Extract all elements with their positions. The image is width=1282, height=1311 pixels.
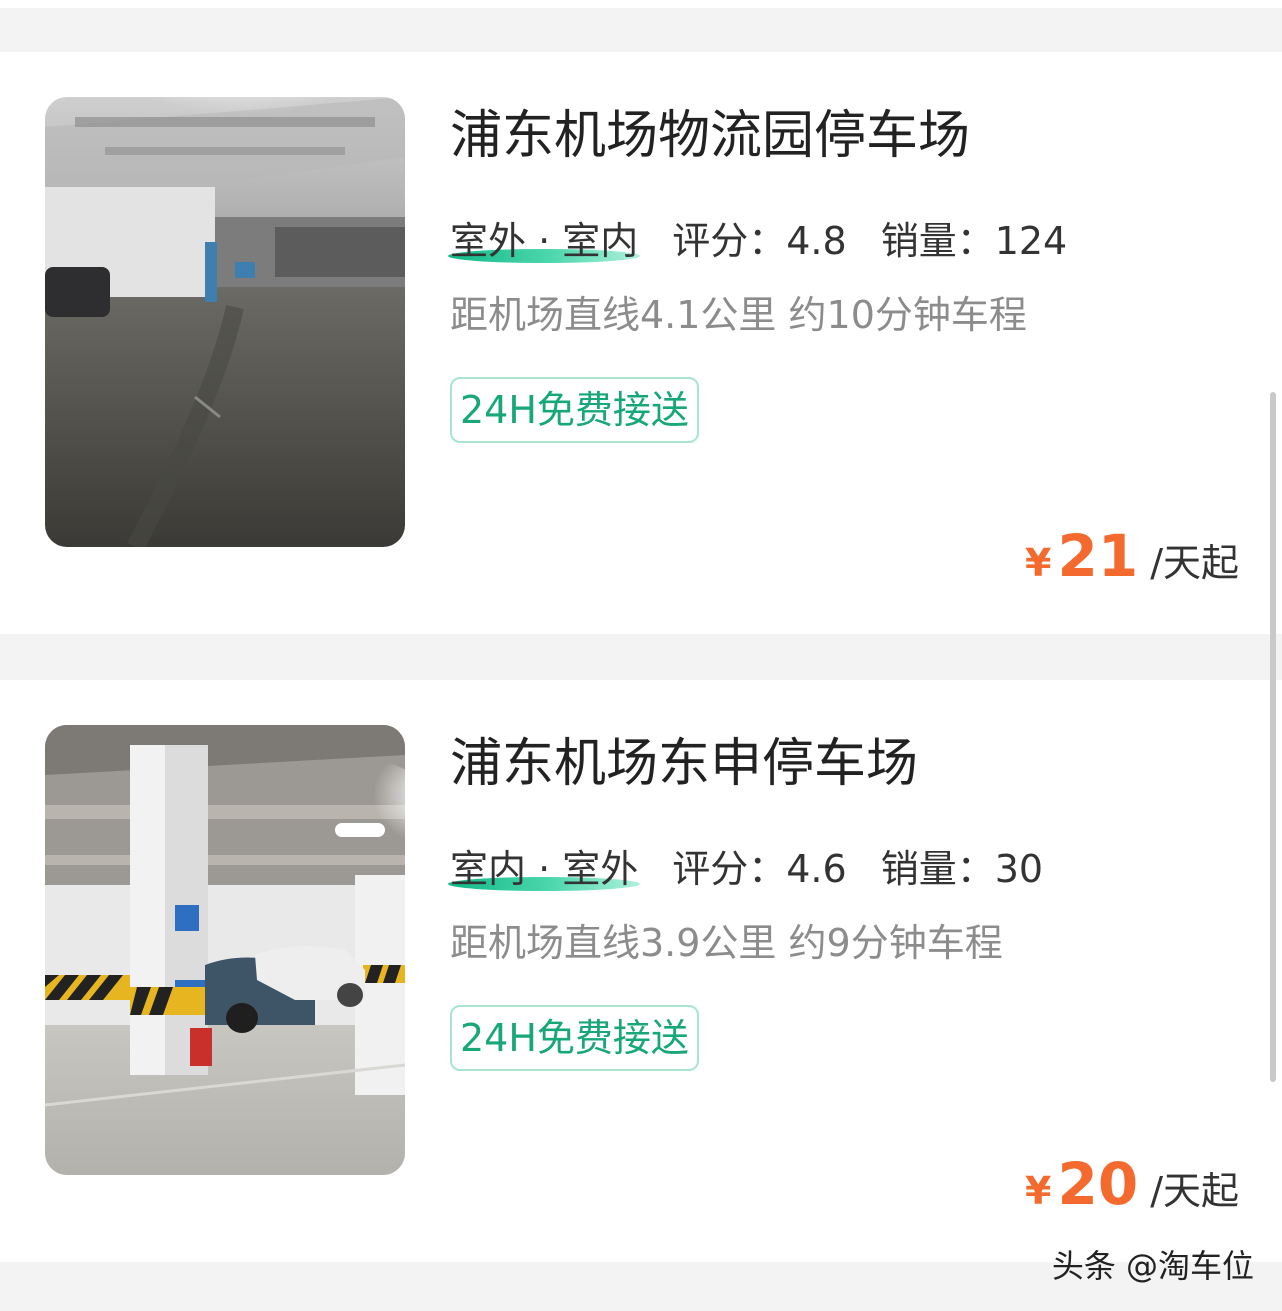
- parking-listing-card[interactable]: 浦东机场物流园停车场 室外 · 室内 评分：4.8 销量：124 距机场直线4.…: [0, 52, 1282, 634]
- listing-meta: 室内 · 室外 评分：4.6 销量：30: [448, 838, 1044, 893]
- shuttle-service-tag: 24H免费接送: [450, 377, 699, 443]
- distance-text: 距机场直线4.1公里 约10分钟车程: [450, 293, 1027, 337]
- sales-count-text: 销量：30: [880, 846, 1044, 891]
- top-strip: [0, 0, 1282, 8]
- listing-meta: 室外 · 室内 评分：4.8 销量：124: [448, 210, 1068, 265]
- price-amount: 20: [1057, 1150, 1139, 1218]
- parking-type-label: 室内 · 室外: [448, 838, 641, 893]
- shuttle-service-tag: 24H免费接送: [450, 1005, 699, 1071]
- parking-listing-card[interactable]: 浦东机场东申停车场 室内 · 室外 评分：4.6 销量：30 距机场直线3.9公…: [0, 680, 1282, 1262]
- parking-lot-photo[interactable]: [45, 725, 405, 1175]
- parking-lot-photo[interactable]: [45, 97, 405, 547]
- price-block: ¥ 20 /天起: [1025, 1150, 1239, 1218]
- currency-symbol: ¥: [1025, 1169, 1052, 1213]
- watermark-text: 头条 @淘车位: [1051, 1247, 1254, 1285]
- currency-symbol: ¥: [1025, 541, 1052, 585]
- parking-lot-name[interactable]: 浦东机场物流园停车场: [450, 104, 970, 168]
- rating-text: 评分：4.8: [672, 218, 847, 263]
- rating-text: 评分：4.6: [672, 846, 847, 891]
- price-amount: 21: [1057, 522, 1139, 590]
- vertical-scrollbar[interactable]: [1270, 392, 1276, 1082]
- parking-lot-name[interactable]: 浦东机场东申停车场: [450, 732, 918, 796]
- parking-photo-image: [45, 97, 405, 547]
- parking-photo-image: [45, 725, 405, 1175]
- parking-type-text: 室外 · 室内: [450, 218, 639, 263]
- price-unit: /天起: [1150, 1169, 1239, 1213]
- parking-type-text: 室内 · 室外: [450, 846, 639, 891]
- parking-type-label: 室外 · 室内: [448, 210, 641, 265]
- sales-count-text: 销量：124: [880, 218, 1068, 263]
- price-block: ¥ 21 /天起: [1025, 522, 1239, 590]
- price-unit: /天起: [1150, 541, 1239, 585]
- distance-text: 距机场直线3.9公里 约9分钟车程: [450, 921, 1003, 965]
